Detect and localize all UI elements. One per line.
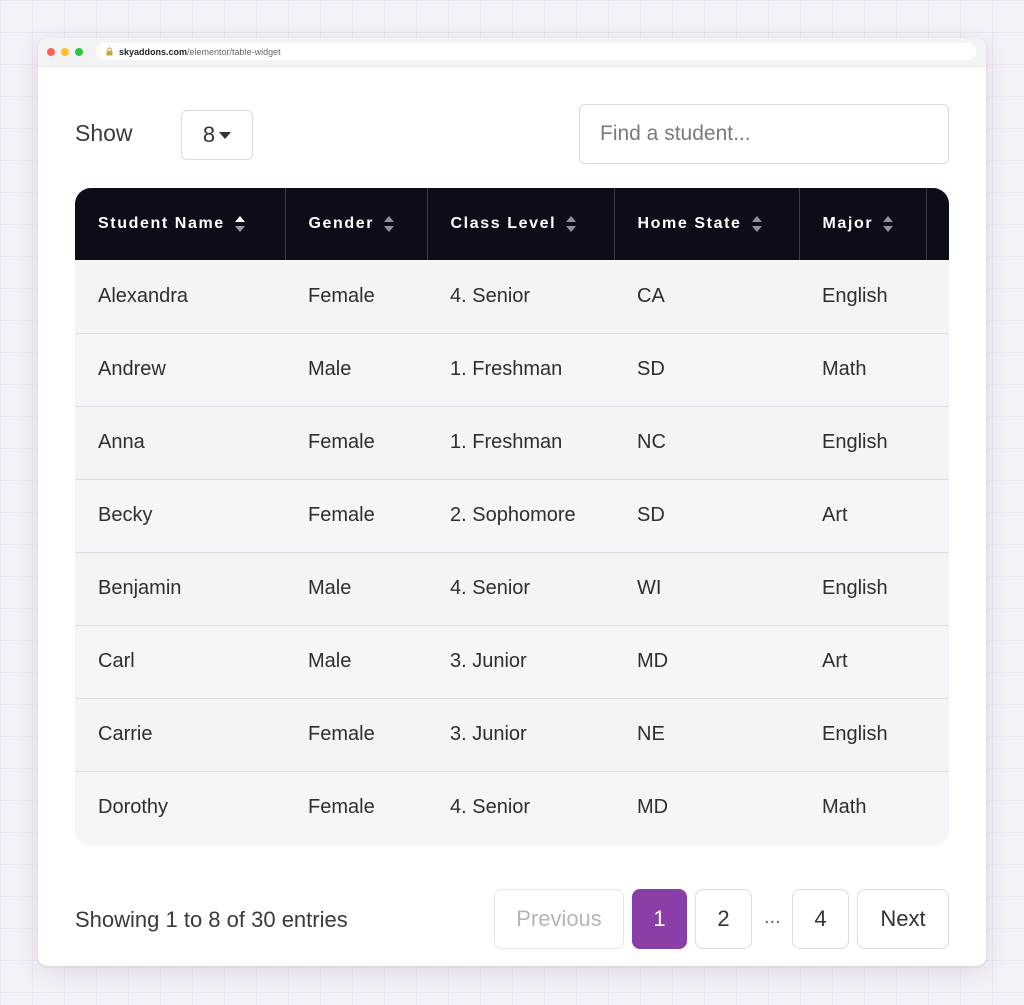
page-1-button[interactable]: 1 bbox=[632, 889, 687, 949]
column-header-label: Gender bbox=[308, 215, 375, 232]
row-spacer bbox=[926, 478, 949, 552]
entries-info: Showing 1 to 8 of 30 entries bbox=[75, 907, 348, 932]
column-header-label: Home State bbox=[637, 215, 742, 232]
cell-home-state: WI bbox=[614, 551, 799, 625]
minimize-window-button[interactable] bbox=[61, 48, 69, 56]
cell-major: Math bbox=[799, 770, 926, 844]
browser-window: skyaddons.com/elementor/table-widget Sho… bbox=[38, 38, 986, 966]
cell-student-name: Alexandra bbox=[98, 284, 189, 307]
cell-home-state: NC bbox=[614, 405, 799, 479]
cell-class-level: 4. Senior bbox=[450, 284, 531, 307]
row-spacer bbox=[926, 770, 949, 844]
row-spacer bbox=[926, 697, 949, 771]
table-body: Alexandra Female 4. Senior CA English Andrew M… bbox=[75, 260, 949, 844]
cell-home-state: SD bbox=[614, 478, 799, 552]
maximize-window-button[interactable] bbox=[75, 48, 83, 56]
header-spacer bbox=[926, 188, 949, 260]
row-spacer bbox=[926, 260, 949, 333]
sort-icon[interactable] bbox=[384, 215, 395, 232]
cell-gender: Female bbox=[308, 284, 375, 307]
pagination-ellipsis: ... bbox=[764, 906, 781, 928]
page-2-button[interactable]: 2 bbox=[695, 889, 752, 949]
cell-gender: Female bbox=[285, 697, 427, 771]
table-header-row: Student Name Gender Class Level Home State M… bbox=[75, 188, 949, 260]
table-row[interactable]: Dorothy Female 4. Senior MD Math bbox=[75, 770, 949, 844]
cell-gender: Male bbox=[285, 624, 427, 698]
cell-gender: Male bbox=[285, 332, 427, 406]
cell-gender: Female bbox=[285, 770, 427, 844]
column-header-label: Student Name bbox=[98, 215, 225, 232]
sort-icon[interactable] bbox=[566, 215, 577, 232]
url-path: /elementor/table-widget bbox=[187, 46, 281, 57]
cell-class-level: 1. Freshman bbox=[427, 405, 614, 479]
table-widget: Show 8 Student Name Gender Class Level Home… bbox=[75, 66, 949, 949]
table-row[interactable]: Carrie Female 3. Junior NE English bbox=[75, 697, 949, 771]
cell-class-level: 3. Junior bbox=[427, 624, 614, 698]
cell-major: Art bbox=[799, 478, 926, 552]
cell-major: English bbox=[799, 551, 926, 625]
cell-student-name: Benjamin bbox=[75, 551, 285, 625]
previous-page-button[interactable]: Previous bbox=[494, 889, 624, 949]
cell-class-level: 4. Senior bbox=[427, 551, 614, 625]
column-header-major[interactable]: Major bbox=[799, 188, 927, 260]
page-4-button[interactable]: 4 bbox=[792, 889, 849, 949]
show-entries-label: Show bbox=[75, 120, 133, 146]
row-spacer bbox=[926, 624, 949, 698]
cell-student-name: Andrew bbox=[75, 332, 285, 406]
cell-major: English bbox=[822, 284, 888, 307]
table-controls: Show 8 bbox=[75, 66, 949, 188]
cell-home-state: SD bbox=[614, 332, 799, 406]
cell-class-level: 3. Junior bbox=[427, 697, 614, 771]
entries-per-page-select[interactable]: 8 bbox=[181, 110, 253, 160]
cell-class-level: 2. Sophomore bbox=[427, 478, 614, 552]
cell-student-name: Anna bbox=[75, 405, 285, 479]
sort-icon[interactable] bbox=[883, 215, 894, 232]
cell-class-level: 4. Senior bbox=[427, 770, 614, 844]
cell-student-name: Carl bbox=[75, 624, 285, 698]
entries-per-page-value: 8 bbox=[202, 122, 216, 147]
cell-home-state: NE bbox=[614, 697, 799, 771]
row-spacer bbox=[926, 405, 949, 479]
column-header-home-state[interactable]: Home State bbox=[614, 188, 800, 260]
table-row[interactable]: Andrew Male 1. Freshman SD Math bbox=[75, 332, 949, 406]
sort-icon[interactable] bbox=[234, 215, 245, 232]
cell-home-state: MD bbox=[614, 624, 799, 698]
row-spacer bbox=[926, 332, 949, 406]
cell-gender: Male bbox=[285, 551, 427, 625]
table-footer: Showing 1 to 8 of 30 entries Previous 1 … bbox=[75, 846, 949, 956]
column-header-gender[interactable]: Gender bbox=[285, 188, 428, 260]
cell-home-state: MD bbox=[614, 770, 799, 844]
cell-major: English bbox=[799, 697, 926, 771]
student-search-input[interactable] bbox=[579, 104, 949, 164]
table-row[interactable]: Benjamin Male 4. Senior WI English bbox=[75, 551, 949, 625]
cell-class-level: 1. Freshman bbox=[427, 332, 614, 406]
table-row[interactable]: Carl Male 3. Junior MD Art bbox=[75, 624, 949, 698]
address-bar[interactable]: skyaddons.com/elementor/table-widget bbox=[96, 43, 976, 60]
cell-major: English bbox=[799, 405, 926, 479]
cell-home-state: CA bbox=[637, 284, 665, 307]
column-header-label: Major bbox=[822, 215, 874, 232]
next-page-button[interactable]: Next bbox=[857, 889, 949, 949]
cell-gender: Female bbox=[285, 478, 427, 552]
cell-student-name: Becky bbox=[75, 478, 285, 552]
cell-major: Art bbox=[799, 624, 926, 698]
row-spacer bbox=[926, 551, 949, 625]
sort-icon[interactable] bbox=[751, 215, 762, 232]
column-header-label: Class Level bbox=[450, 215, 557, 232]
caret-down-icon bbox=[219, 131, 232, 139]
table-row[interactable]: Alexandra Female 4. Senior CA English bbox=[75, 260, 949, 333]
close-window-button[interactable] bbox=[47, 48, 55, 56]
table-row[interactable]: Anna Female 1. Freshman NC English bbox=[75, 405, 949, 479]
table-row[interactable]: Becky Female 2. Sophomore SD Art bbox=[75, 478, 949, 552]
cell-gender: Female bbox=[285, 405, 427, 479]
lock-icon bbox=[106, 47, 113, 56]
cell-major: Math bbox=[799, 332, 926, 406]
cell-student-name: Carrie bbox=[75, 697, 285, 771]
student-table: Student Name Gender Class Level Home State M… bbox=[75, 188, 949, 846]
column-header-class-level[interactable]: Class Level bbox=[427, 188, 615, 260]
url-domain: skyaddons.com bbox=[119, 46, 188, 57]
column-header-student-name[interactable]: Student Name bbox=[75, 188, 286, 260]
cell-student-name: Dorothy bbox=[75, 770, 285, 844]
browser-titlebar: skyaddons.com/elementor/table-widget bbox=[38, 38, 986, 67]
